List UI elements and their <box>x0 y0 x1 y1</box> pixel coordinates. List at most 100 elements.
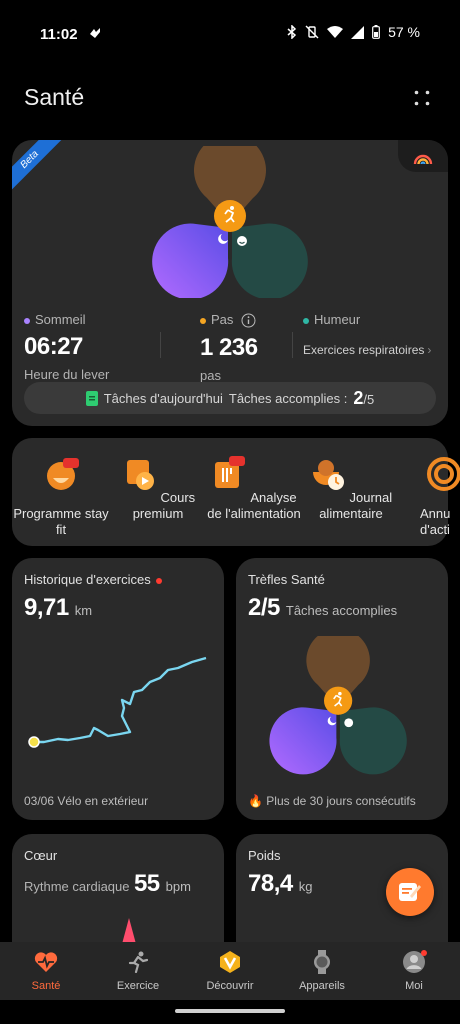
tasks-pill[interactable]: Tâches d'aujourd'hui Tâches accomplies :… <box>24 382 436 414</box>
mood-face-icon <box>237 236 247 246</box>
watch-icon <box>314 950 330 974</box>
nav-label: Découvrir <box>206 980 254 992</box>
tasks-label: Tâches d'aujourd'hui <box>103 390 223 406</box>
clovers-value: 2/5 <box>248 594 280 621</box>
clovers-title: Trèfles Santé <box>248 572 325 587</box>
service-label: Cours premium <box>132 490 196 521</box>
food-analysis-icon <box>215 456 246 488</box>
steps-badge <box>214 200 246 232</box>
mood-sub: Exercices respiratoires <box>303 343 425 357</box>
new-dot <box>155 577 162 584</box>
exercise-title: Historique d'exercices <box>24 572 151 587</box>
status-bar: 11:02 57 % <box>0 0 460 68</box>
tasks-done-label: Tâches accomplies : <box>228 390 348 406</box>
chevron-right-icon: › <box>427 343 432 357</box>
heart-value: 55 <box>133 870 160 897</box>
sleep-sub: Heure du lever <box>24 367 110 382</box>
nav-exercice[interactable]: Exercice <box>92 942 184 1000</box>
record-fab[interactable] <box>386 868 434 916</box>
mood-dot <box>303 317 309 324</box>
service-premium-courses[interactable]: Cours premium <box>110 456 206 522</box>
tasks-done: 2 <box>353 387 364 408</box>
exercise-history-card[interactable]: Historique d'exercices 9,71 km 03/06 Vélo… <box>12 558 224 820</box>
mood-petal <box>231 223 308 298</box>
status-time: 11:02 <box>40 26 78 43</box>
beta-ribbon: Beta <box>12 140 64 194</box>
battery-icon <box>372 25 380 39</box>
nav-appareils[interactable]: Appareils <box>276 942 368 1000</box>
sleep-dot <box>24 317 30 324</box>
steps-label: Pas <box>211 312 234 327</box>
clipboard-icon <box>85 391 98 406</box>
notification-dot <box>421 950 427 956</box>
weight-title: Poids <box>248 848 281 863</box>
info-icon[interactable] <box>241 313 256 328</box>
heart-unit: bpm <box>165 879 191 894</box>
sleep-value: 06:27 <box>24 333 83 360</box>
sleep-label: Sommeil <box>35 312 86 327</box>
heart-title: Cœur <box>24 848 58 863</box>
route-map <box>28 656 207 748</box>
weight-value: 78,4 <box>248 870 293 897</box>
nav-label: Moi <box>405 980 423 992</box>
app-notification-icon <box>90 28 100 38</box>
app-header: Santé <box>0 68 460 132</box>
exercise-unit: km <box>74 603 93 618</box>
clovers-footer: Plus de 30 jours consécutifs <box>266 794 416 808</box>
wifi-icon <box>327 25 344 38</box>
tasks-total: /5 <box>363 391 375 407</box>
activity-rings-button[interactable] <box>398 140 448 172</box>
vibrate-off-icon <box>305 25 319 39</box>
flame-icon: 🔥 <box>248 794 263 808</box>
gesture-area <box>0 1000 460 1024</box>
metric-divider <box>160 332 161 358</box>
exercise-distance: 9,71 <box>24 594 69 621</box>
steps-metric[interactable]: Pas 1 236 pas <box>200 312 290 383</box>
page-title: Santé <box>24 84 85 110</box>
steps-dot <box>200 317 206 324</box>
service-label: Analyse de l'alimentation <box>207 490 301 521</box>
mood-metric[interactable]: Humeur Exercices respiratoires › <box>303 312 443 357</box>
more-menu-icon[interactable] <box>414 90 430 106</box>
sleep-petal <box>152 223 229 298</box>
health-summary-card[interactable]: Beta Sommeil 06:27 Heure du lever Pas 1 … <box>12 140 448 426</box>
clovers-value-label: Tâches accomplies <box>285 603 398 618</box>
premium-course-icon <box>126 460 154 490</box>
clover-mini-graphic <box>269 636 407 775</box>
v-logo-icon <box>220 951 240 973</box>
nav-label: Appareils <box>299 980 345 992</box>
activity-rings-icon <box>413 154 433 165</box>
running-icon <box>128 951 148 973</box>
home-indicator[interactable] <box>175 1009 285 1013</box>
health-clover-graphic <box>152 146 308 298</box>
signal-icon <box>351 25 365 39</box>
sleep-metric[interactable]: Sommeil 06:27 Heure du lever <box>24 312 164 382</box>
weight-unit: kg <box>298 879 313 894</box>
service-label: Annu d'acti <box>420 506 451 537</box>
service-label: Programme stay fit <box>13 506 109 537</box>
nav-sante[interactable]: Santé <box>0 942 92 1000</box>
nav-decouvrir[interactable]: Découvrir <box>184 942 276 1000</box>
edit-note-icon <box>399 883 421 901</box>
heart-label: Rythme cardiaque <box>24 879 130 894</box>
service-label: Journal alimentaire <box>319 490 393 521</box>
mood-label: Humeur <box>314 312 361 327</box>
steps-sub: pas <box>200 368 221 384</box>
stay-fit-icon <box>47 458 79 490</box>
exercise-footer: 03/06 Vélo en extérieur <box>24 794 149 808</box>
nav-moi[interactable]: Moi <box>368 942 460 1000</box>
health-clovers-card[interactable]: Trèfles Santé 2/5 Tâches accomplies 🔥 Plu… <box>236 558 448 820</box>
status-icons: 57 % <box>287 24 420 40</box>
service-food-analysis[interactable]: Analyse de l'alimentation <box>206 456 302 522</box>
nav-label: Santé <box>31 980 61 992</box>
metric-divider <box>292 332 293 358</box>
service-stay-fit[interactable]: Programme stay fit <box>13 456 109 538</box>
service-food-journal[interactable]: Journal alimentaire <box>303 456 399 522</box>
annual-activity-icon <box>427 457 460 491</box>
service-activity-annual[interactable]: Annu d'acti <box>400 456 460 538</box>
heart-rate-spike <box>122 918 136 944</box>
bottom-nav: Santé Exercice Découvrir Appareils Moi <box>0 942 460 1000</box>
nav-label: Exercice <box>116 980 160 992</box>
battery-percent: 57 % <box>388 24 420 40</box>
bluetooth-icon <box>287 25 297 39</box>
